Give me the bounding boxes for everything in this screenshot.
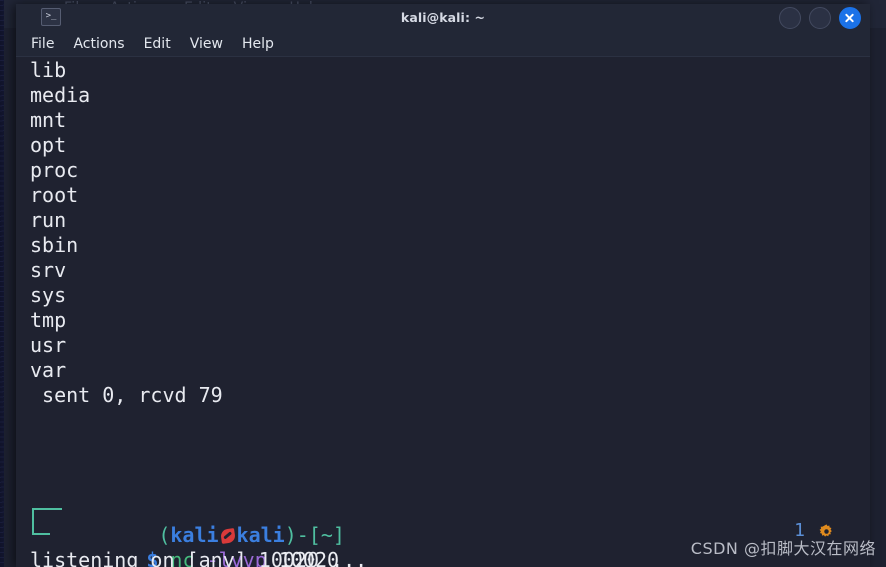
window-controls[interactable] (779, 7, 861, 29)
prompt-corner-top (32, 508, 62, 510)
terminal-line: root (30, 183, 79, 207)
menu-help[interactable]: Help (242, 36, 274, 52)
menu-view[interactable]: View (190, 36, 223, 52)
menu-actions[interactable]: Actions (73, 36, 124, 52)
terminal-canvas[interactable]: lib media mnt opt proc root run sbin srv… (16, 57, 870, 567)
terminal-line: run (30, 208, 67, 232)
terminal-line: opt (30, 133, 67, 157)
terminal-line: lib (30, 58, 67, 82)
minimize-button[interactable] (779, 7, 801, 29)
terminal-right-margin (858, 57, 870, 567)
window-title: kali@kali: ~ (400, 10, 486, 25)
terminal-line: sbin (30, 233, 79, 257)
menu-edit[interactable]: Edit (144, 36, 171, 52)
prompt-corner-bottom (32, 533, 50, 535)
terminal-line: srv (30, 258, 67, 282)
csdn-watermark: CSDN @扣脚大汉在网络 (690, 539, 876, 558)
terminal-line: usr (30, 333, 67, 357)
terminal-line: tmp (30, 308, 67, 332)
terminal-line: proc (30, 158, 79, 182)
terminal-line: media (30, 83, 91, 107)
menubar[interactable]: File Actions Edit View Help (16, 31, 870, 57)
terminal-stats-line: sent 0, rcvd 79 (30, 383, 223, 407)
terminal-line: mnt (30, 108, 67, 132)
titlebar[interactable]: >_ kali@kali: ~ (16, 4, 870, 31)
terminal-line: sys (30, 283, 67, 307)
screen: File Actions Edit View Help kali@kali: ~… (0, 0, 886, 567)
close-button[interactable] (839, 7, 861, 29)
listen-output-line: listening on [any] 10020 ... (30, 548, 368, 567)
terminal-window[interactable]: >_ kali@kali: ~ File Actions Edit View H… (16, 4, 870, 567)
prompt-corner-vertical (32, 508, 34, 535)
menu-file[interactable]: File (31, 36, 54, 52)
terminal-output: lib media mnt opt proc root run sbin srv… (30, 58, 223, 458)
maximize-button[interactable] (809, 7, 831, 29)
terminal-line: var (30, 358, 67, 382)
